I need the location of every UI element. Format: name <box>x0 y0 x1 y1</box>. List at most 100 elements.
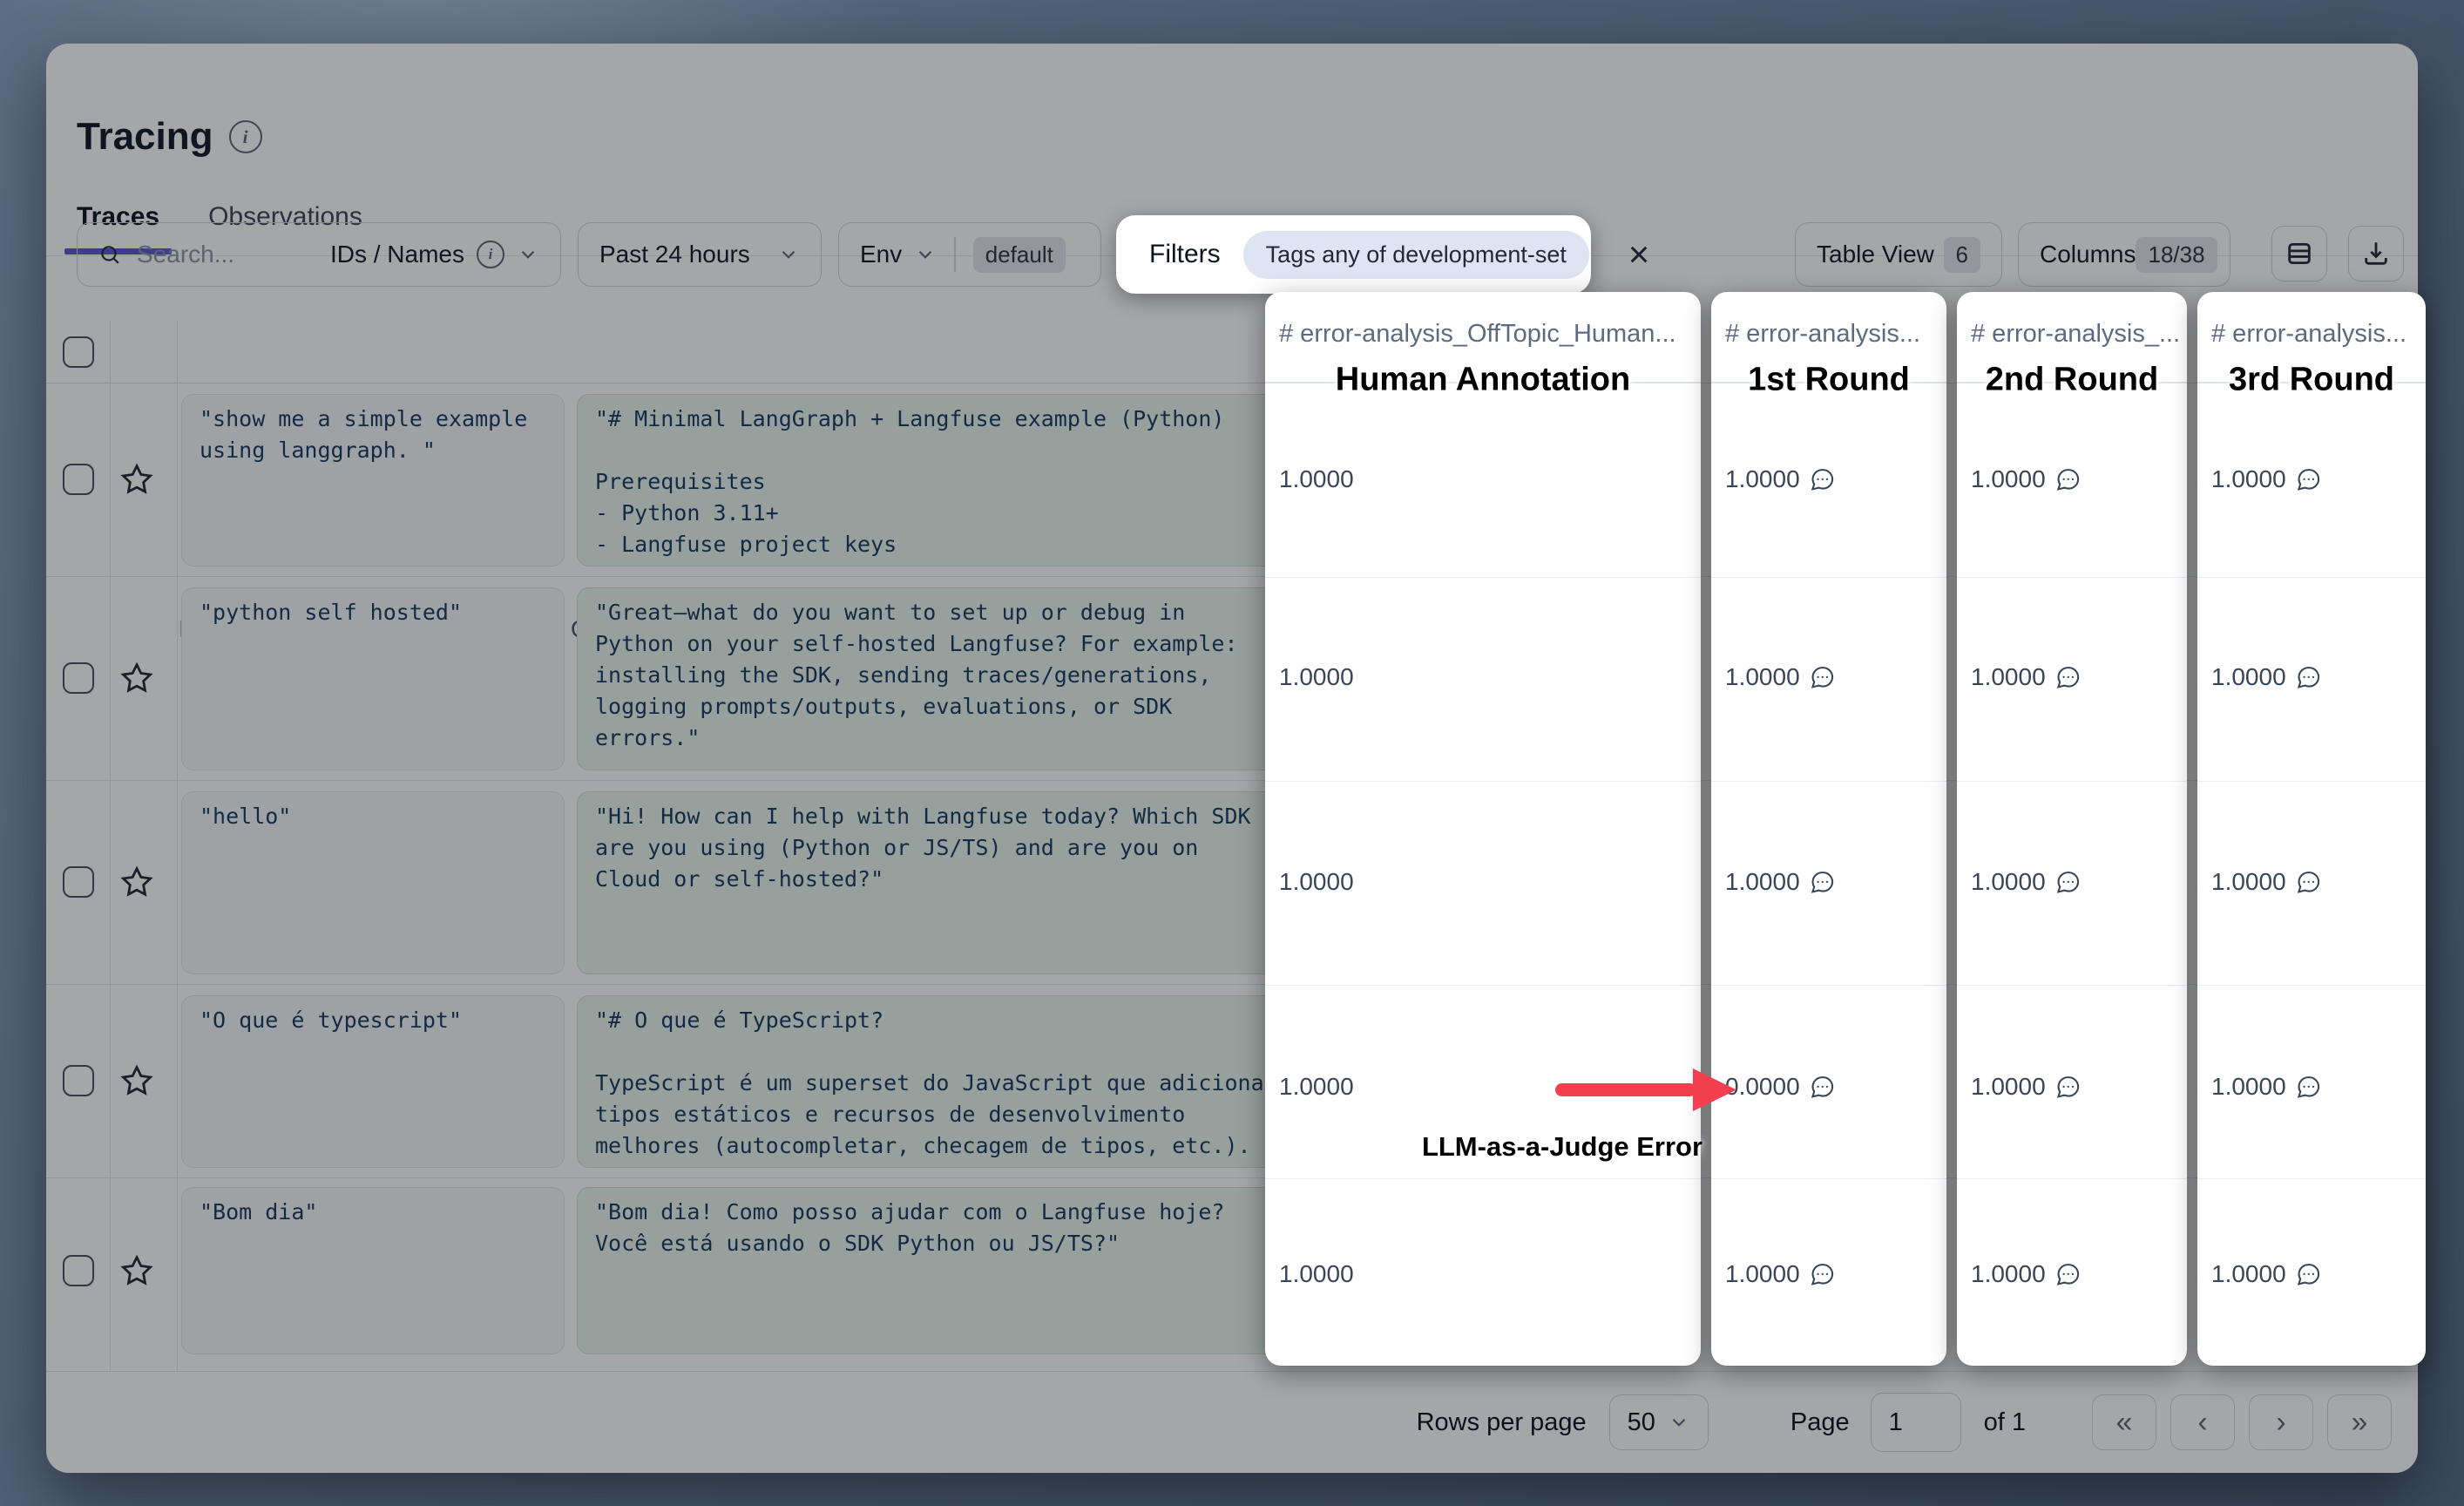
filter-tag-chip[interactable]: Tags any of development-set <box>1243 231 1589 279</box>
error-callout-label: LLM-as-a-Judge Error <box>1405 1131 1719 1163</box>
comment-icon[interactable] <box>2054 1074 2082 1101</box>
input-cell[interactable]: "Bom dia" <box>181 1187 565 1354</box>
select-all-checkbox[interactable] <box>63 336 94 368</box>
comment-icon[interactable] <box>2295 1261 2322 1288</box>
score-column-header[interactable]: # error-analysis_OffTopic_Human... <box>1279 320 1696 360</box>
table-view-button[interactable]: Table View 6 <box>1795 222 2002 287</box>
search-icon <box>98 243 121 266</box>
input-cell[interactable]: "show me a simple example using langgrap… <box>181 394 565 566</box>
bookmark-star-icon[interactable] <box>119 462 154 497</box>
red-arrow-icon <box>1555 1063 1738 1116</box>
download-icon <box>2361 239 2391 268</box>
info-icon[interactable]: i <box>229 120 262 153</box>
score-value: 1.0000 <box>1279 1260 1354 1288</box>
input-cell[interactable]: "hello" <box>181 791 565 974</box>
search-scope-label[interactable]: IDs / Names <box>330 241 464 268</box>
input-cell[interactable]: "python self hosted" <box>181 587 565 770</box>
bookmark-star-icon[interactable] <box>119 1253 154 1288</box>
output-cell[interactable]: "# O que é TypeScript? TypeScript é um s… <box>577 995 1288 1168</box>
filters-label: Filters <box>1149 240 1221 269</box>
clear-filter-button[interactable]: × <box>1614 230 1663 279</box>
columns-button[interactable]: Columns 18/38 <box>2018 222 2230 287</box>
score-value: 1.0000 <box>1279 1073 1354 1101</box>
score-value: 1.0000 <box>1279 868 1354 896</box>
chevron-down-icon <box>1668 1411 1690 1434</box>
comment-icon[interactable] <box>2054 664 2082 691</box>
comment-icon[interactable] <box>1809 466 1836 493</box>
output-cell[interactable]: "Great—what do you want to set up or deb… <box>577 587 1288 770</box>
prev-page-button[interactable]: ‹ <box>2170 1394 2235 1450</box>
next-page-button[interactable]: › <box>2249 1394 2313 1450</box>
chevron-down-icon <box>517 243 539 266</box>
tracing-window: Tracing i Traces Observations Search... … <box>46 44 2418 1473</box>
score-value: 1.0000 <box>1279 663 1354 691</box>
comment-icon[interactable] <box>2295 869 2322 896</box>
comment-icon[interactable] <box>2054 466 2082 493</box>
screen: Tracing i Traces Observations Search... … <box>0 0 2464 1506</box>
score-column-header[interactable]: # error-analysis... <box>1725 320 1941 360</box>
page-total-label: of 1 <box>1984 1408 2026 1437</box>
row-checkbox[interactable] <box>63 1065 94 1096</box>
row-checkbox[interactable] <box>63 464 94 495</box>
output-cell[interactable]: "Hi! How can I help with Langfuse today?… <box>577 791 1288 974</box>
score-value: 1.0000 <box>1725 1260 1836 1288</box>
columns-label: Columns <box>2040 241 2136 268</box>
first-page-button[interactable]: « <box>2092 1394 2156 1450</box>
page-number-input[interactable]: 1 <box>1871 1393 1961 1452</box>
comment-icon[interactable] <box>1809 1261 1836 1288</box>
annotation-label: 3rd Round <box>2229 362 2394 399</box>
row-checkbox[interactable] <box>63 662 94 694</box>
comment-icon[interactable] <box>2295 664 2322 691</box>
score-value: 1.0000 <box>2211 868 2322 896</box>
score-value: 1.0000 <box>2211 1073 2322 1101</box>
input-cell[interactable]: "O que é typescript" <box>181 995 565 1168</box>
comment-icon[interactable] <box>2054 1261 2082 1288</box>
score-column-2nd-round[interactable]: # error-analysis_... 2nd Round 1.0000 1.… <box>1957 292 2187 1366</box>
columns-count-badge: 18/38 <box>2136 237 2217 273</box>
export-button[interactable] <box>2348 226 2404 282</box>
chevron-right-icon: › <box>2276 1406 2285 1440</box>
comment-icon[interactable] <box>2054 869 2082 896</box>
comment-icon[interactable] <box>1809 664 1836 691</box>
info-icon: i <box>477 241 504 268</box>
chevron-down-icon <box>914 243 937 266</box>
comment-icon[interactable] <box>1809 869 1836 896</box>
score-value: 1.0000 <box>1971 868 2082 896</box>
score-column-header[interactable]: # error-analysis_... <box>1971 320 2182 360</box>
row-checkbox[interactable] <box>63 866 94 898</box>
score-value: 1.0000 <box>1279 465 1354 493</box>
score-value: 1.0000 <box>1725 465 1836 493</box>
env-label: Env <box>860 241 902 268</box>
score-value: 1.0000 <box>1971 1073 2082 1101</box>
comment-icon[interactable] <box>1809 1074 1836 1101</box>
score-column-1st-round[interactable]: # error-analysis... 1st Round 1.0000 1.0… <box>1711 292 1946 1366</box>
time-range-dropdown[interactable]: Past 24 hours <box>578 222 822 287</box>
last-page-button[interactable]: » <box>2327 1394 2392 1450</box>
env-dropdown[interactable]: Env default <box>838 222 1101 287</box>
filters-button[interactable]: Filters Tags any of development-set <box>1116 215 1591 294</box>
search-input[interactable]: Search... IDs / Names i <box>77 222 561 287</box>
comment-icon[interactable] <box>2295 1074 2322 1101</box>
bookmark-star-icon[interactable] <box>119 1063 154 1098</box>
row-checkbox[interactable] <box>63 1255 94 1286</box>
table-view-count-badge: 6 <box>1944 237 1980 273</box>
chevrons-right-icon: » <box>2352 1406 2368 1440</box>
score-value: 1.0000 <box>2211 1260 2322 1288</box>
bookmark-star-icon[interactable] <box>119 865 154 899</box>
output-cell[interactable]: "Bom dia! Como posso ajudar com o Langfu… <box>577 1187 1288 1354</box>
annotation-label: 1st Round <box>1748 362 1910 399</box>
score-value: 1.0000 <box>2211 663 2322 691</box>
score-column-human-annotation[interactable]: # error-analysis_OffTopic_Human... Human… <box>1265 292 1701 1366</box>
comment-icon[interactable] <box>2295 466 2322 493</box>
output-cell[interactable]: "# Minimal LangGraph + Langfuse example … <box>577 394 1288 566</box>
time-range-label: Past 24 hours <box>599 241 750 268</box>
rows-per-page-select[interactable]: 50 <box>1609 1394 1709 1450</box>
row-height-button[interactable] <box>2271 226 2327 282</box>
score-column-header[interactable]: # error-analysis... <box>2211 320 2420 360</box>
score-value: 1.0000 <box>1725 663 1836 691</box>
error-callout-arrow <box>1555 1063 1738 1116</box>
rows-per-page-label: Rows per page <box>1417 1408 1587 1437</box>
score-value: 1.0000 <box>2211 465 2322 493</box>
bookmark-star-icon[interactable] <box>119 661 154 695</box>
score-column-3rd-round[interactable]: # error-analysis... 3rd Round 1.0000 1.0… <box>2197 292 2426 1366</box>
